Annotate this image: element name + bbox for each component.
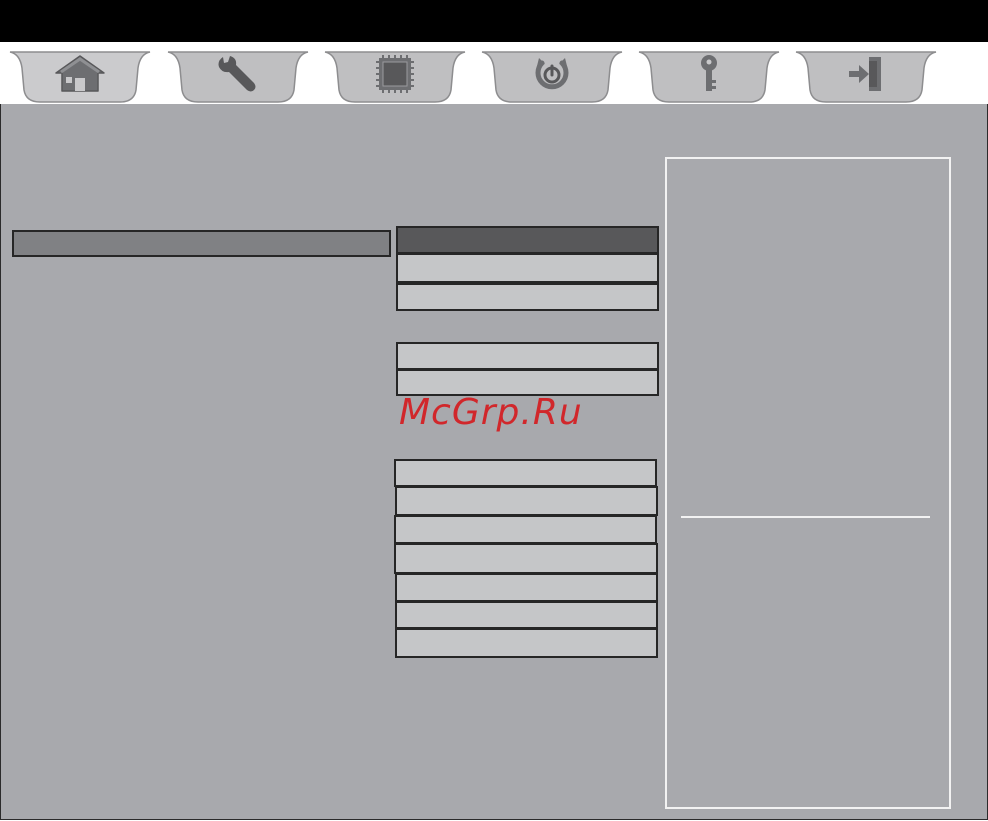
title-bar (0, 0, 988, 42)
help-divider (681, 516, 930, 518)
tab-boot[interactable] (478, 46, 626, 104)
value-field[interactable] (396, 342, 659, 370)
tab-security[interactable] (635, 46, 783, 104)
value-field[interactable] (395, 573, 658, 602)
power-icon (535, 58, 569, 90)
menu-tab-strip (0, 42, 988, 104)
value-field[interactable] (395, 601, 658, 629)
value-field[interactable] (394, 459, 657, 487)
value-field-selected[interactable] (396, 226, 659, 254)
selected-item-label[interactable] (12, 230, 391, 257)
value-field[interactable] (396, 283, 659, 311)
tab-exit[interactable] (792, 46, 940, 104)
value-field[interactable] (394, 543, 658, 574)
value-field[interactable] (396, 253, 659, 283)
exit-door-icon (849, 57, 881, 91)
chip-icon (376, 55, 414, 93)
value-field[interactable] (395, 486, 658, 516)
wrench-icon (218, 56, 256, 92)
value-field[interactable] (394, 515, 657, 544)
tab-advanced[interactable] (164, 46, 312, 104)
home-icon (55, 55, 105, 92)
tab-main[interactable] (6, 46, 154, 104)
watermark: McGrp.Ru (399, 392, 583, 433)
help-panel (665, 157, 951, 809)
tab-chipset[interactable] (321, 46, 469, 104)
key-icon (701, 55, 717, 91)
value-field[interactable] (395, 628, 658, 658)
